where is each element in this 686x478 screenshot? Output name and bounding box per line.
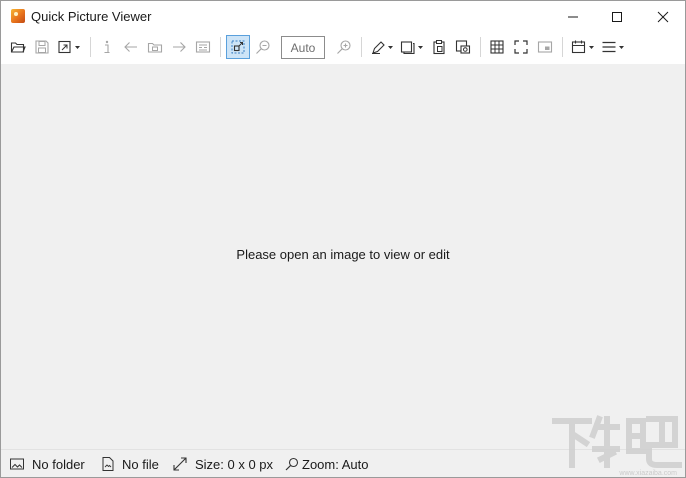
info-button[interactable] xyxy=(96,35,118,59)
status-size-text: Size: 0 x 0 px xyxy=(195,456,274,472)
auto-size-button[interactable] xyxy=(226,35,250,59)
paste-button[interactable] xyxy=(428,35,450,59)
save-icon xyxy=(35,40,49,54)
zoom-level-input[interactable]: Auto xyxy=(281,36,325,59)
toolbar-separator xyxy=(220,37,221,57)
slideshow-icon xyxy=(147,42,163,53)
calendar-button[interactable] xyxy=(569,35,597,59)
auto-size-icon xyxy=(231,40,245,54)
title-bar[interactable]: Quick Picture Viewer xyxy=(1,1,685,32)
maximize-icon xyxy=(612,11,622,22)
fullscreen-icon xyxy=(514,40,528,54)
toolbar-separator xyxy=(361,37,362,57)
zoom-out-icon xyxy=(256,40,270,54)
window-title: Quick Picture Viewer xyxy=(31,9,152,24)
folder-image-icon xyxy=(10,458,24,470)
draw-button[interactable] xyxy=(368,35,396,59)
screenshot-button[interactable] xyxy=(452,35,474,59)
minimize-button[interactable] xyxy=(550,1,596,32)
status-file-text: No file xyxy=(122,456,159,472)
next-icon xyxy=(173,42,186,52)
zoom-in-icon xyxy=(337,40,351,54)
resize-arrows-icon xyxy=(173,457,187,471)
empty-viewer-message: Please open an image to view or edit xyxy=(236,247,450,262)
open-with-icon xyxy=(58,40,80,54)
grid-icon xyxy=(490,40,504,54)
status-zoom: Zoom: Auto xyxy=(285,456,368,472)
menu-icon xyxy=(602,41,624,53)
toolbar-separator xyxy=(90,37,91,57)
save-button[interactable] xyxy=(31,35,53,59)
main-menu-button[interactable] xyxy=(599,35,627,59)
draw-icon xyxy=(372,41,393,55)
toolbar-separator xyxy=(562,37,563,57)
close-button[interactable] xyxy=(640,1,685,32)
grid-button[interactable] xyxy=(486,35,508,59)
app-window: Quick Picture Viewer Auto Please open an… xyxy=(0,0,686,478)
status-file: No file xyxy=(102,456,159,472)
compare-icon xyxy=(195,41,211,53)
maximize-button[interactable] xyxy=(594,1,640,32)
calendar-icon xyxy=(571,40,594,54)
open-with-button[interactable] xyxy=(55,35,83,59)
minimize-icon xyxy=(568,16,578,17)
copy-button[interactable] xyxy=(398,35,426,59)
previous-button[interactable] xyxy=(120,35,142,59)
info-icon xyxy=(104,40,110,54)
status-size: Size: 0 x 0 px xyxy=(173,456,273,472)
close-icon xyxy=(657,11,669,22)
paste-icon xyxy=(433,40,445,55)
screenshot-icon xyxy=(455,40,471,54)
compare-button[interactable] xyxy=(192,35,214,59)
open-folder-button[interactable] xyxy=(7,35,29,59)
image-viewer-area[interactable]: Please open an image to view or edit xyxy=(1,64,685,449)
zoom-out-button[interactable] xyxy=(252,35,274,59)
status-folder-text: No folder xyxy=(32,456,85,472)
status-bar: No folder No file Size: 0 x 0 px Zoom: A… xyxy=(1,449,685,477)
magnifier-icon xyxy=(285,457,299,471)
file-icon xyxy=(102,457,114,471)
status-folder: No folder xyxy=(10,456,85,472)
toolbar-separator xyxy=(480,37,481,57)
app-logo-icon xyxy=(11,9,25,23)
previous-icon xyxy=(124,42,137,52)
open-folder-icon xyxy=(10,42,26,53)
slideshow-button[interactable] xyxy=(144,35,166,59)
zoom-in-button[interactable] xyxy=(333,35,355,59)
status-zoom-text: Zoom: Auto xyxy=(302,456,369,472)
picture-in-picture-icon xyxy=(537,41,553,53)
picture-in-picture-button[interactable] xyxy=(534,35,556,59)
fullscreen-button[interactable] xyxy=(510,35,532,59)
copy-icon xyxy=(400,41,423,55)
next-button[interactable] xyxy=(168,35,190,59)
toolbar: Auto xyxy=(1,32,685,64)
